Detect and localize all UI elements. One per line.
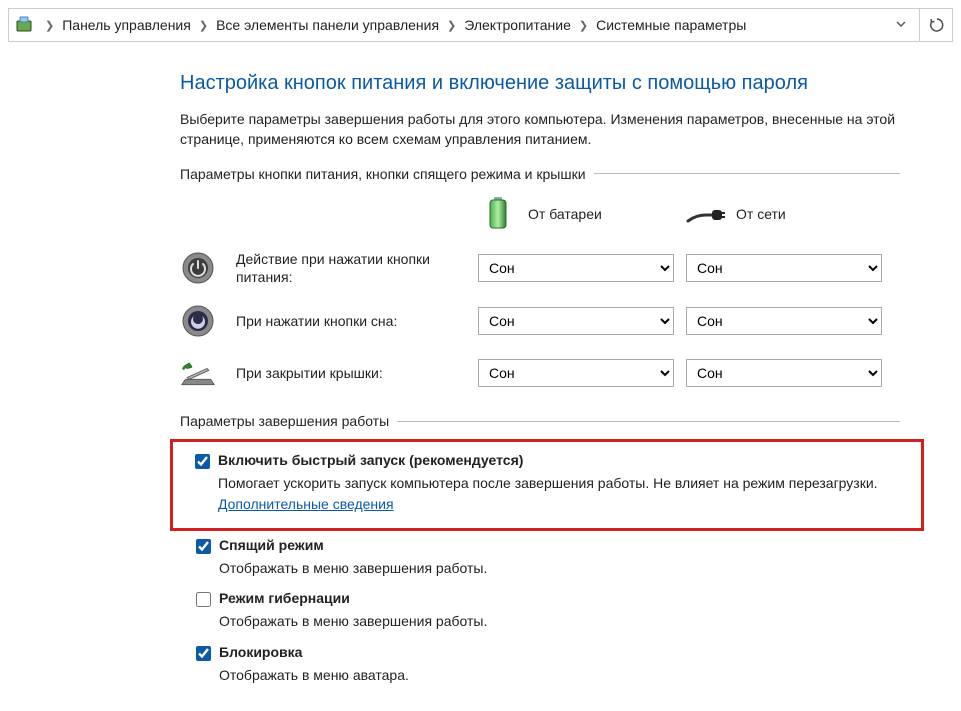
power-button-icon bbox=[180, 250, 216, 286]
option-sleep-mode: Спящий режим Отображать в меню завершени… bbox=[180, 531, 900, 584]
checkbox-hibernation[interactable] bbox=[196, 592, 211, 607]
chevron-right-icon: ❯ bbox=[39, 19, 60, 32]
option-hibernation: Режим гибернации Отображать в меню завер… bbox=[180, 584, 900, 637]
select-lid-close-battery[interactable]: Сон bbox=[478, 359, 674, 387]
option-fast-startup: Включить быстрый запуск (рекомендуется) … bbox=[179, 446, 915, 520]
select-power-button-battery[interactable]: Сон bbox=[478, 254, 674, 282]
chevron-right-icon: ❯ bbox=[441, 19, 462, 32]
option-description: Отображать в меню аватара. bbox=[219, 665, 900, 685]
column-header-battery: От батареи bbox=[478, 194, 674, 234]
refresh-button[interactable] bbox=[919, 8, 953, 42]
option-title: Режим гибернации bbox=[219, 590, 350, 606]
breadcrumb-item-all-items[interactable]: Все элементы панели управления bbox=[214, 15, 441, 35]
select-sleep-button-ac[interactable]: Сон bbox=[686, 307, 882, 335]
main-content: Настройка кнопок питания и включение защ… bbox=[0, 42, 940, 711]
highlight-fast-startup: Включить быстрый запуск (рекомендуется) … bbox=[170, 439, 924, 531]
checkbox-sleep-mode[interactable] bbox=[196, 539, 211, 554]
column-header-battery-label: От батареи bbox=[528, 206, 602, 222]
section-power-buttons-header: Параметры кнопки питания, кнопки спящего… bbox=[180, 166, 900, 182]
column-header-ac: От сети bbox=[686, 194, 882, 234]
battery-icon bbox=[478, 194, 518, 234]
checkbox-fast-startup[interactable] bbox=[195, 454, 210, 469]
column-header-ac-label: От сети bbox=[736, 206, 786, 222]
option-lock: Блокировка Отображать в меню аватара. bbox=[180, 638, 900, 691]
breadcrumb-dropdown[interactable] bbox=[887, 17, 915, 33]
section-divider bbox=[397, 421, 900, 422]
power-plug-icon bbox=[686, 194, 726, 234]
select-power-button-ac[interactable]: Сон bbox=[686, 254, 882, 282]
section-label: Параметры завершения работы bbox=[180, 413, 389, 429]
section-divider bbox=[594, 173, 900, 174]
laptop-lid-icon bbox=[180, 355, 216, 391]
sleep-button-icon bbox=[180, 303, 216, 339]
power-actions-grid: От батареи От сети Действие при нажатии … bbox=[180, 194, 900, 392]
option-title: Спящий режим bbox=[219, 537, 324, 553]
intro-text: Выберите параметры завершения работы для… bbox=[180, 109, 900, 150]
select-lid-close-ac[interactable]: Сон bbox=[686, 359, 882, 387]
breadcrumb: ❯ Панель управления ❯ Все элементы панел… bbox=[8, 8, 953, 42]
shutdown-options-list: Включить быстрый запуск (рекомендуется) … bbox=[180, 439, 900, 690]
option-title: Блокировка bbox=[219, 644, 302, 660]
control-panel-icon bbox=[15, 15, 35, 35]
row-label-lid-close: При закрытии крышки: bbox=[236, 364, 466, 383]
option-description: Отображать в меню завершения работы. bbox=[219, 611, 900, 631]
row-label-sleep-button: При нажатии кнопки сна: bbox=[236, 312, 466, 331]
row-label-power-button: Действие при нажатии кнопки питания: bbox=[236, 250, 466, 288]
chevron-right-icon: ❯ bbox=[573, 19, 594, 32]
breadcrumb-item-control-panel[interactable]: Панель управления bbox=[60, 15, 193, 35]
section-shutdown-header: Параметры завершения работы bbox=[180, 413, 900, 429]
option-title: Включить быстрый запуск (рекомендуется) bbox=[218, 452, 523, 468]
page-title: Настройка кнопок питания и включение защ… bbox=[180, 72, 900, 95]
checkbox-lock[interactable] bbox=[196, 646, 211, 661]
breadcrumb-item-system-settings[interactable]: Системные параметры bbox=[594, 15, 748, 35]
chevron-right-icon: ❯ bbox=[193, 19, 214, 32]
section-label: Параметры кнопки питания, кнопки спящего… bbox=[180, 166, 586, 182]
option-description: Помогает ускорить запуск компьютера посл… bbox=[218, 473, 915, 514]
option-description: Отображать в меню завершения работы. bbox=[219, 558, 900, 578]
breadcrumb-item-power-options[interactable]: Электропитание bbox=[462, 15, 573, 35]
more-info-link[interactable]: Дополнительные сведения bbox=[218, 496, 394, 512]
select-sleep-button-battery[interactable]: Сон bbox=[478, 307, 674, 335]
option-desc-text: Помогает ускорить запуск компьютера посл… bbox=[218, 475, 878, 491]
